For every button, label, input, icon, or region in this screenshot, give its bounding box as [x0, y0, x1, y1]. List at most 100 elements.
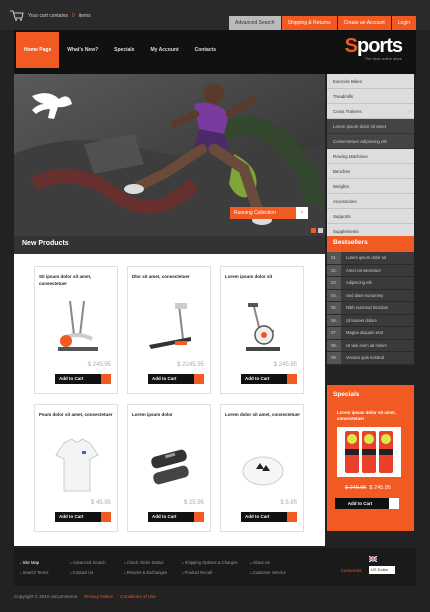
list-item[interactable]: 08. Ut wisi enim ad minim [327, 339, 414, 352]
add-to-cart-button[interactable]: Add to Cart [148, 374, 204, 384]
slider-dot[interactable] [318, 228, 323, 233]
product-name[interactable]: Lorem ipsum dolor [132, 411, 208, 418]
login-link[interactable]: Login [391, 16, 416, 30]
cart-icon [389, 498, 399, 509]
category-item[interactable]: Cross Trainers › [327, 104, 414, 119]
top-links: Advanced Search Shipping & Returns Creat… [229, 16, 416, 30]
list-item[interactable]: 06. Ut laoreet dolore [327, 314, 414, 327]
special-product-name[interactable]: Lorem ipsum dolor sit amet, consectetuer [337, 410, 409, 422]
footer-link[interactable]: Returns & Exchanges [124, 568, 168, 578]
create-account-link[interactable]: Create an Account [337, 16, 391, 30]
new-products-header: New Products [14, 236, 325, 254]
footer-link[interactable]: Product Recall [182, 568, 238, 578]
product-name[interactable]: Lorem dolor sit amet, consectetuer [225, 411, 301, 418]
list-item[interactable]: 05. Nibh euismod tincidunt [327, 302, 414, 315]
add-to-cart-button[interactable]: Add to Cart [55, 512, 111, 522]
specials-title: Specials [333, 391, 360, 398]
product-name[interactable]: Psum dolor sit amet, consectetuer [39, 411, 115, 418]
list-item[interactable]: 07. Magna aliquam erat [327, 327, 414, 340]
footer-link[interactable]: Contact Us [70, 568, 106, 578]
currencies-label: Currencies: [341, 568, 363, 573]
cart-count: 0 [71, 12, 75, 19]
category-item[interactable]: Weights [327, 179, 414, 194]
product-card[interactable]: Sit ipsum dolor sit amet, consectetuer $… [34, 266, 118, 394]
currency-select[interactable]: US Dollar [369, 566, 395, 574]
bestsellers-header: Bestsellers [327, 236, 414, 252]
cart-icon [194, 374, 204, 384]
add-to-cart-button[interactable]: Add to Cart [241, 374, 297, 384]
new-products-title: New Products [22, 240, 69, 247]
footer-link[interactable]: Shipping Options & Charges [182, 558, 238, 568]
nav-whats-new[interactable]: What's New? [59, 32, 106, 68]
product-name[interactable]: Sit ipsum dolor sit amet, consectetuer [39, 273, 115, 287]
list-item[interactable]: 01. Lorem ipsum dolor sit [327, 252, 414, 265]
logo[interactable]: Sports The best online store [344, 35, 403, 61]
product-card[interactable]: Psum dolor sit amet, consectetuer $ 45.9… [34, 404, 118, 532]
nav-specials[interactable]: Specials [106, 32, 142, 68]
category-item[interactable]: Benches [327, 164, 414, 179]
add-to-cart-button[interactable]: Add to Cart [241, 512, 297, 522]
product-name[interactable]: Lorem ipsum dolor sit [225, 273, 301, 280]
footer-link[interactable]: About Us [250, 558, 286, 568]
footer-link[interactable]: Search Terms [20, 568, 49, 578]
nav-home[interactable]: Home Page [16, 32, 60, 68]
footer-link[interactable]: Customer Service [250, 568, 286, 578]
product-card[interactable]: Dlor sit amet, consectetuer $ 2245.95 Ad… [127, 266, 211, 394]
logo-wordmark: Sports [344, 35, 403, 57]
cart-suffix: items [78, 12, 91, 19]
uk-flag-icon[interactable] [369, 556, 377, 562]
product-price: $ 245.95 [273, 362, 297, 368]
product-price: $ 245.95 [87, 362, 111, 368]
header: Home Page What's New? Specials My Accoun… [14, 30, 416, 74]
product-name[interactable]: Dlor sit amet, consectetuer [132, 273, 208, 280]
footer-link[interactable]: Site Map [20, 558, 48, 568]
category-item[interactable]: Rowing Machines [327, 149, 414, 164]
treadmill-image [149, 303, 191, 349]
copyright: Copyright © 2010 osCommerce Privacy Noti… [14, 594, 156, 599]
cart-icon [194, 512, 204, 522]
product-card[interactable]: Lorem dolor sit amet, consectetuer $ 5.9… [220, 404, 304, 532]
category-item[interactable]: Treadmills [327, 89, 414, 104]
exercise-bike-image [246, 303, 280, 351]
category-item[interactable]: Exercise Bikes [327, 74, 414, 89]
footer-link[interactable]: Check Order Status [124, 558, 167, 568]
main-nav: Home Page What's New? Specials My Accoun… [16, 32, 224, 68]
bestsellers-title: Bestsellers [333, 239, 368, 246]
shipping-returns-link[interactable]: Shipping & Returns [281, 16, 337, 30]
add-to-cart-button[interactable]: Add to Cart [335, 498, 399, 509]
add-to-cart-button[interactable]: Add to Cart [55, 374, 111, 384]
nav-my-account[interactable]: My Account [142, 32, 186, 68]
wristband-image [242, 456, 284, 486]
category-menu: Exercise Bikes Treadmills Cross Trainers… [327, 74, 414, 239]
slider-dots [311, 228, 323, 233]
tennis-balls-image [337, 427, 401, 477]
add-to-cart-button[interactable]: Add to Cart [148, 512, 204, 522]
list-item[interactable]: 02. Amet consectetuer [327, 264, 414, 277]
category-item[interactable]: Accessories [327, 194, 414, 209]
product-price: $ 45.95 [90, 500, 111, 506]
cart-summary[interactable]: Your cart contains 0 items [10, 10, 91, 21]
list-item[interactable]: 09. Veniam quis nostrud [327, 352, 414, 365]
footer-link[interactable]: Advanced Search [70, 558, 106, 568]
category-item[interactable]: Supports [327, 209, 414, 224]
product-grid: Sit ipsum dolor sit amet, consectetuer $… [14, 254, 325, 546]
list-item[interactable]: 04. Sed diam nonummy [327, 289, 414, 302]
product-card[interactable]: Lorem ipsum dolor $ 25.95 Add to Cart [127, 404, 211, 532]
category-item[interactable]: Consectetuer adipiscing elit [327, 134, 414, 149]
privacy-notice-link[interactable]: Privacy Notice [84, 594, 113, 599]
polo-shirt-image [55, 438, 99, 492]
top-bar: Your cart contains 0 items Advanced Sear… [0, 0, 430, 30]
product-card[interactable]: Lorem ipsum dolor sit $ 245.95 Add to Ca… [220, 266, 304, 394]
conditions-of-use-link[interactable]: Conditions of Use [120, 594, 156, 599]
cart-prefix: Your cart contains [28, 12, 68, 19]
category-item[interactable]: Lorem ipsum dolor sit amet [327, 119, 414, 134]
slider-dot[interactable] [311, 228, 316, 233]
product-price: $ 25.95 [183, 500, 204, 506]
product-price: $ 5.95 [280, 500, 297, 506]
list-item[interactable]: 03. Adipiscing elit [327, 277, 414, 290]
advanced-search-link[interactable]: Advanced Search [229, 16, 281, 30]
running-collection-button[interactable]: Running Collection › [230, 207, 308, 219]
footer: Site Map Search Terms Advanced Search Co… [14, 548, 416, 586]
copyright-text: Copyright © 2010 osCommerce [14, 594, 78, 599]
nav-contacts[interactable]: Contacts [187, 32, 224, 68]
